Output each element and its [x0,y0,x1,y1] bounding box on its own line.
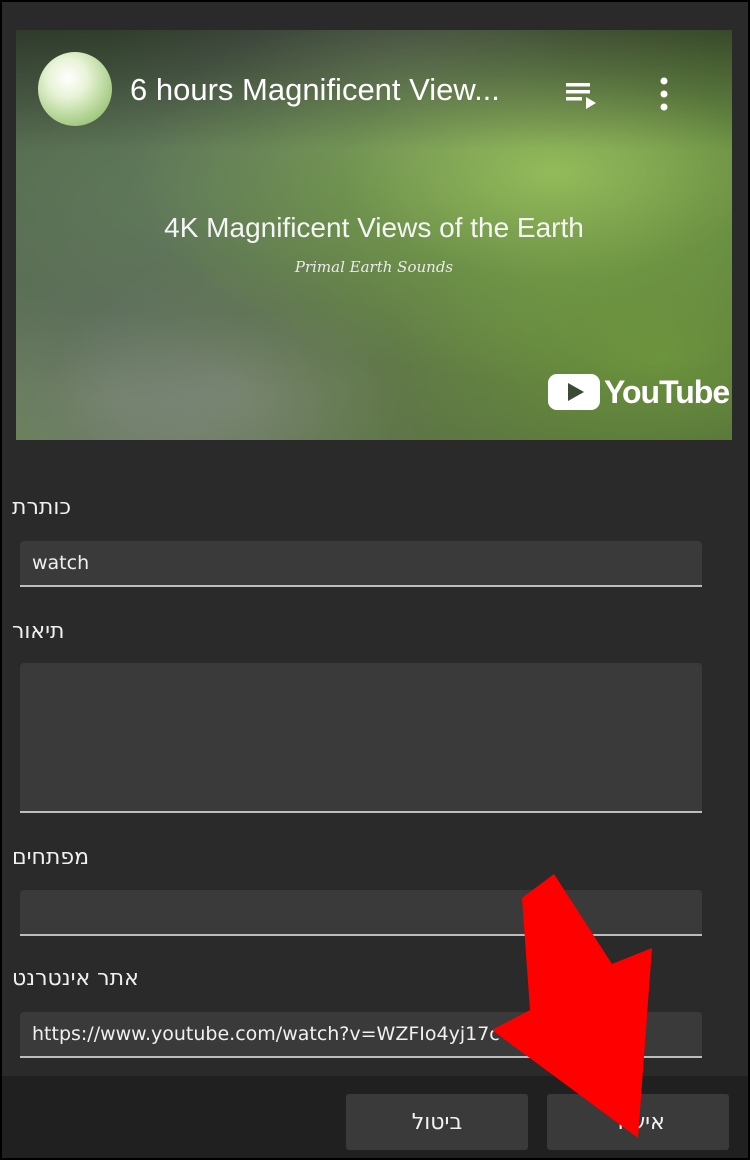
cancel-button[interactable]: ביטול [346,1094,528,1150]
title-field[interactable] [20,541,702,587]
title-label: כותרת [12,495,71,520]
channel-avatar[interactable] [38,52,112,126]
playlist-play-icon[interactable] [564,80,598,110]
overlay-subtitle: Primal Earth Sounds [294,258,454,276]
video-preview[interactable]: 6 hours Magnificent View... 4K Magnifice… [16,30,732,440]
confirm-button[interactable]: אישור [547,1094,729,1150]
more-vert-icon[interactable] [654,76,674,112]
youtube-play-icon [548,374,600,410]
description-label: תיאור [12,619,65,644]
youtube-wordmark: YouTube [604,373,730,410]
website-label: אתר אינטרנט [12,966,139,991]
video-title[interactable]: 6 hours Magnificent View... [130,72,500,108]
overlay-title: 4K Magnificent Views of the Earth [164,212,584,243]
description-field[interactable] [20,663,702,813]
keywords-field[interactable] [20,890,702,936]
website-field[interactable] [20,1012,702,1058]
youtube-logo[interactable]: YouTube [548,372,730,412]
keywords-label: מפתחים [12,845,90,870]
